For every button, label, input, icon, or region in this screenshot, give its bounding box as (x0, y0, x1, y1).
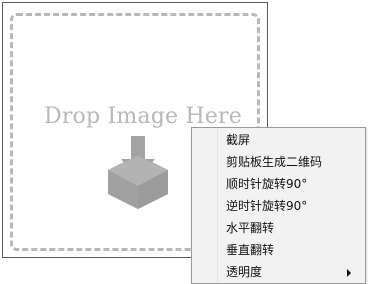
menu-item-label: 逆时针旋转90° (226, 199, 308, 213)
app-window: Drop Image Here 截屏 剪贴板生成二维码 顺时针旋转90° 逆时针… (0, 0, 368, 284)
menu-list: 截屏 剪贴板生成二维码 顺时针旋转90° 逆时针旋转90° 水平翻转 垂直翻转 … (192, 129, 365, 283)
context-menu: 截屏 剪贴板生成二维码 顺时针旋转90° 逆时针旋转90° 水平翻转 垂直翻转 … (191, 127, 366, 284)
menu-item-label: 顺时针旋转90° (226, 177, 308, 191)
menu-item-rotate-clockwise[interactable]: 顺时针旋转90° (192, 173, 365, 195)
menu-item-flip-vertical[interactable]: 垂直翻转 (192, 239, 365, 261)
menu-item-transparency[interactable]: 透明度 (192, 261, 365, 283)
menu-item-flip-horizontal[interactable]: 水平翻转 (192, 217, 365, 239)
drop-instruction: Drop Image Here (44, 104, 242, 129)
menu-item-label: 透明度 (226, 265, 263, 279)
submenu-arrow-icon (347, 269, 351, 277)
menu-item-screenshot[interactable]: 截屏 (192, 129, 365, 151)
menu-item-label: 截屏 (226, 133, 251, 147)
menu-item-clipboard-qr-code[interactable]: 剪贴板生成二维码 (192, 151, 365, 173)
download-tray-icon (106, 136, 170, 212)
menu-item-label: 剪贴板生成二维码 (226, 155, 323, 169)
menu-item-label: 水平翻转 (226, 221, 275, 235)
menu-item-label: 垂直翻转 (226, 243, 275, 257)
menu-item-rotate-counterclockwise[interactable]: 逆时针旋转90° (192, 195, 365, 217)
